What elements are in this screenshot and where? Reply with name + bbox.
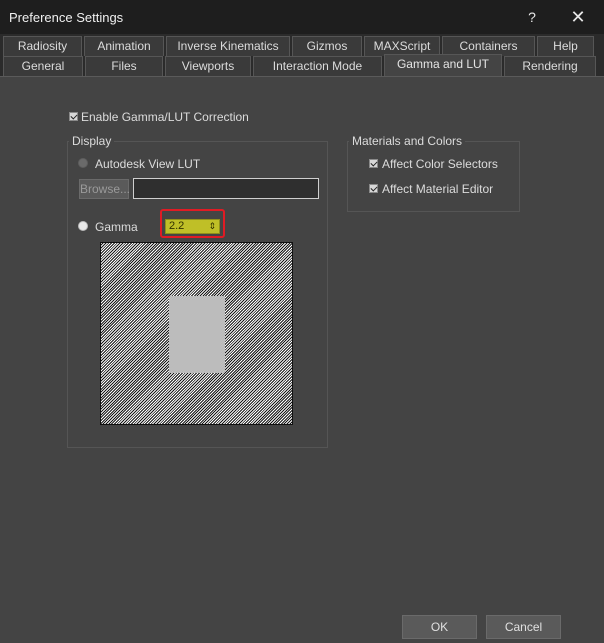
cancel-button[interactable]: Cancel <box>486 615 561 639</box>
tab-maxscript[interactable]: MAXScript <box>364 36 440 56</box>
spinner-arrows-icon[interactable]: ⇕ <box>208 220 216 233</box>
ok-button[interactable]: OK <box>402 615 477 639</box>
affect-material-editor-checkbox[interactable] <box>369 184 378 193</box>
display-group-title: Display <box>69 134 115 148</box>
gamma-value[interactable]: 2.2 <box>169 220 184 233</box>
browse-button[interactable]: Browse... <box>79 179 130 199</box>
tab-containers[interactable]: Containers <box>442 36 535 56</box>
window-title: Preference Settings <box>9 10 124 25</box>
tab-viewports[interactable]: Viewports <box>165 56 251 76</box>
materials-colors-title: Materials and Colors <box>349 134 466 148</box>
tab-interaction-mode[interactable]: Interaction Mode <box>253 56 382 76</box>
autodesk-view-lut-label[interactable]: Autodesk View LUT <box>95 157 200 171</box>
tab-radiosity[interactable]: Radiosity <box>3 36 82 56</box>
affect-material-editor-label[interactable]: Affect Material Editor <box>382 182 493 196</box>
close-icon[interactable]: ✕ <box>561 4 595 30</box>
affect-color-selectors-checkbox[interactable] <box>369 159 378 168</box>
enable-gamma-checkbox[interactable] <box>69 112 78 121</box>
tab-general[interactable]: General <box>3 56 83 76</box>
tab-animation[interactable]: Animation <box>84 36 164 56</box>
lut-path-field[interactable] <box>133 178 319 199</box>
gamma-radio[interactable] <box>78 221 88 231</box>
enable-gamma-label[interactable]: Enable Gamma/LUT Correction <box>81 110 249 124</box>
gamma-label[interactable]: Gamma <box>95 220 138 234</box>
tab-files[interactable]: Files <box>85 56 163 76</box>
gamma-test-swatch <box>169 296 225 373</box>
tab-rendering[interactable]: Rendering <box>504 56 596 76</box>
tab-strip: Radiosity Animation Inverse Kinematics G… <box>0 34 604 76</box>
tab-inverse-kinematics[interactable]: Inverse Kinematics <box>166 36 290 56</box>
materials-colors-group <box>347 141 520 212</box>
tab-gamma-and-lut[interactable]: Gamma and LUT <box>384 54 502 76</box>
affect-color-selectors-label[interactable]: Affect Color Selectors <box>382 157 498 171</box>
title-bar: Preference Settings ? ✕ <box>0 0 604 34</box>
tab-help[interactable]: Help <box>537 36 594 56</box>
gamma-test-pattern <box>100 242 293 425</box>
help-icon[interactable]: ? <box>515 4 549 30</box>
tab-gizmos[interactable]: Gizmos <box>292 36 362 56</box>
autodesk-view-lut-radio[interactable] <box>78 158 88 168</box>
gamma-spinner[interactable]: 2.2 ⇕ <box>165 219 220 234</box>
